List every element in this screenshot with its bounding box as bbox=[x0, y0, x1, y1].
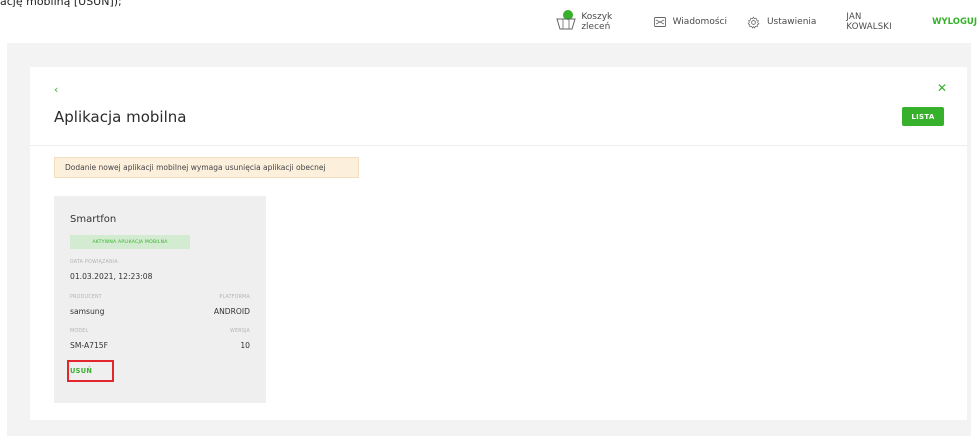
paired-date-label: DATA POWIĄZANIA bbox=[70, 260, 118, 265]
messages-link[interactable]: Wiadomości bbox=[653, 17, 727, 27]
paired-date-value: 01.03.2021, 12:23:08 bbox=[70, 272, 153, 281]
manufacturer-value: samsung bbox=[70, 307, 105, 316]
back-arrow-icon[interactable]: ‹ bbox=[54, 83, 58, 96]
caption-fragment: ację mobilną [USUŃ]); bbox=[0, 0, 122, 8]
page-title: Aplikacja mobilna bbox=[54, 108, 187, 126]
cart-icon bbox=[556, 10, 576, 32]
remove-button[interactable]: USUŃ bbox=[70, 367, 92, 375]
device-card: Smartfon AKTYWNA APLIKACJA MOBILNA DATA … bbox=[54, 196, 266, 403]
notice-banner: Dodanie nowej aplikacji mobilnej wymaga … bbox=[54, 157, 359, 178]
status-badge: AKTYWNA APLIKACJA MOBILNA bbox=[70, 235, 190, 249]
version-value: 10 bbox=[240, 341, 250, 350]
device-name: Smartfon bbox=[70, 214, 117, 225]
notice-text: Dodanie nowej aplikacji mobilnej wymaga … bbox=[65, 163, 326, 172]
cart-link[interactable]: Koszyk zleceń bbox=[556, 10, 634, 32]
gear-icon bbox=[747, 15, 760, 29]
platform-label: PLATFORMA bbox=[219, 295, 250, 300]
version-label: WERSJA bbox=[230, 329, 250, 334]
mobile-app-panel: ‹ ✕ Aplikacja mobilna LISTA Dodanie nowe… bbox=[30, 67, 967, 420]
model-value: SM-A715F bbox=[70, 341, 109, 350]
model-label: MODEL bbox=[70, 329, 89, 334]
top-navigation: Koszyk zleceń Wiadomości Ustawienia JAN … bbox=[556, 0, 977, 44]
settings-label: Ustawienia bbox=[766, 17, 817, 27]
user-name[interactable]: JAN KOWALSKI bbox=[846, 12, 900, 32]
divider bbox=[30, 145, 967, 146]
settings-link[interactable]: Ustawienia bbox=[747, 15, 817, 29]
mail-icon bbox=[653, 17, 666, 27]
manufacturer-label: PRODUCENT bbox=[70, 295, 102, 300]
logout-button[interactable]: WYLOGUJ bbox=[932, 17, 977, 27]
list-button[interactable]: LISTA bbox=[902, 107, 944, 126]
messages-label: Wiadomości bbox=[672, 17, 727, 27]
cart-label: Koszyk zleceń bbox=[581, 12, 613, 32]
close-icon[interactable]: ✕ bbox=[937, 81, 947, 95]
platform-value: ANDROID bbox=[213, 307, 250, 316]
